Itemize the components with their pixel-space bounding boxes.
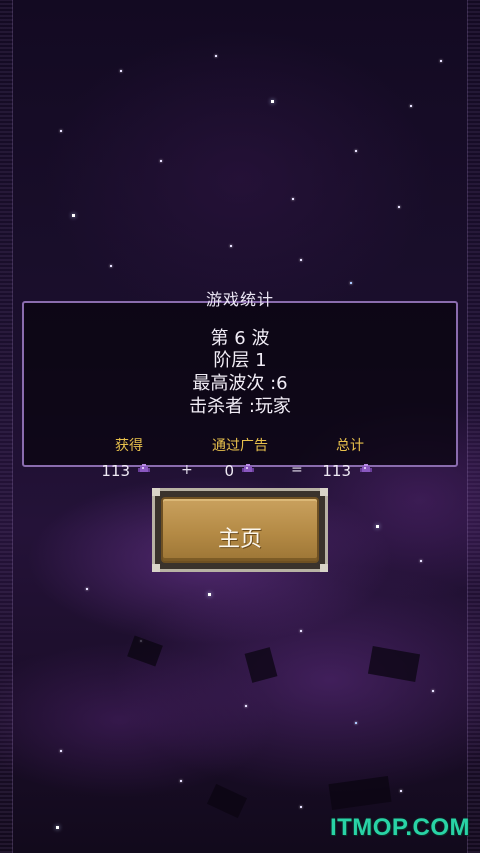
star [398, 206, 400, 208]
crystal-icon [360, 464, 372, 472]
panel-title: 游戏统计 [205, 290, 274, 309]
star [300, 630, 302, 632]
star [400, 790, 402, 792]
killer-text: 击杀者 :玩家 [189, 396, 291, 417]
star [120, 70, 122, 72]
star [432, 690, 434, 692]
left-border-strip [0, 0, 13, 853]
earned-value: 113 [101, 462, 130, 480]
star [208, 593, 211, 596]
star [60, 130, 62, 132]
home-button-label: 主页 [217, 527, 262, 552]
earned-header: 获得 [115, 438, 143, 454]
button-corner [152, 488, 160, 496]
home-button[interactable]: 主页 [152, 488, 328, 572]
star [410, 105, 412, 107]
home-button-face: 主页 [161, 497, 319, 563]
asteroid-silhouette [127, 635, 163, 667]
button-corner [320, 564, 328, 572]
game-over-screen: 游戏统计 第 6 波 阶层 1 最高波次 :6 击杀者 :玩家 获得 通过广告 … [0, 0, 480, 853]
plus-sign: + [181, 462, 193, 478]
ad-value: 0 [224, 462, 234, 480]
right-border-strip [467, 0, 480, 853]
ad-header: 通过广告 [212, 438, 268, 454]
star [271, 100, 274, 103]
crystal-icon [138, 464, 150, 472]
star [60, 750, 62, 752]
star [86, 588, 88, 590]
equals-sign: = [291, 462, 303, 478]
star [215, 55, 217, 57]
asteroid-silhouette [244, 647, 278, 683]
star [180, 780, 182, 782]
button-corner [320, 488, 328, 496]
star [355, 150, 357, 152]
wave-text: 第 6 波 [210, 328, 270, 349]
crystal-icon [242, 464, 254, 472]
watermark: ITMOP.COM [329, 814, 470, 841]
asteroid-silhouette [367, 646, 421, 682]
star [300, 259, 302, 261]
star [292, 198, 294, 200]
floor-text: 阶层 1 [213, 350, 267, 371]
button-corner [152, 564, 160, 572]
total-header: 总计 [336, 438, 364, 454]
star [350, 282, 352, 284]
highest-wave-text: 最高波次 :6 [192, 373, 288, 394]
star [160, 160, 162, 162]
star [376, 525, 379, 528]
star [245, 705, 247, 707]
star [72, 214, 75, 217]
star [420, 560, 422, 562]
star [440, 60, 442, 62]
star [56, 826, 59, 829]
star [355, 722, 357, 724]
asteroid-silhouette [328, 775, 392, 811]
star [230, 245, 232, 247]
star [110, 265, 112, 267]
asteroid-silhouette [206, 783, 248, 819]
star [300, 806, 302, 808]
total-value: 113 [322, 462, 351, 480]
